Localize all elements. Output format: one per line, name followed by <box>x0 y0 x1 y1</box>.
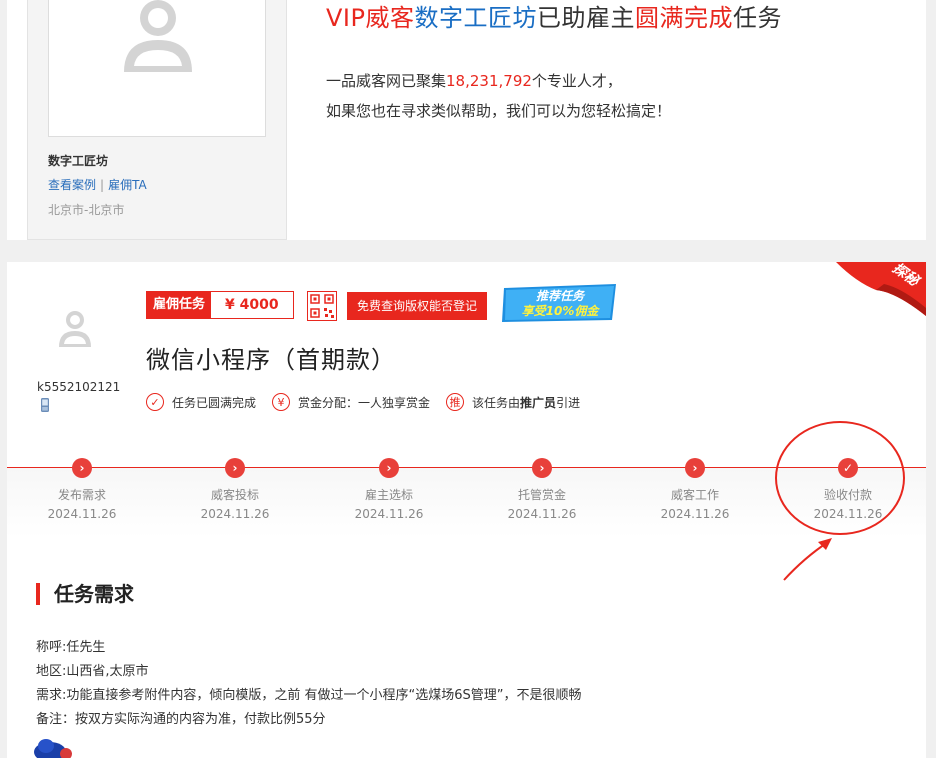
section-gap <box>0 240 936 262</box>
timeline-step: › 威客投标 2024.11.26 <box>180 458 290 521</box>
step-date: 2024.11.26 <box>660 507 730 521</box>
talent-count-line: 一品威客网已聚集18,231,792个专业人才， <box>326 70 622 91</box>
talent-count: 18,231,792 <box>446 72 532 90</box>
talent-suffix: 个专业人才， <box>531 72 622 90</box>
annotation-arrow-icon <box>783 538 832 581</box>
step-label: 发布需求 <box>57 488 106 502</box>
employer-id[interactable]: k5552102121 <box>37 380 120 394</box>
view-cases-link[interactable]: 查看案例 <box>48 178 96 192</box>
promoter-circle-icon: 推 <box>446 393 465 411</box>
task-title: 微信小程序（首期款） <box>146 346 396 374</box>
req-contact: 称呼:任先生 <box>36 640 106 655</box>
user-avatar-icon <box>59 311 91 347</box>
promo-line2: 享受10%佣金 <box>522 304 601 318</box>
provider-avatar[interactable] <box>48 0 266 137</box>
step-date: 2024.11.26 <box>200 507 270 521</box>
provider-links: 查看案例 | 雇佣TA <box>48 176 147 193</box>
task-status-row: ✓ 任务已圆满完成 ¥ 赏金分配：一人独享赏金 推 该任务由 推广员 引进 <box>146 393 596 411</box>
talent-prefix: 一品威客网已聚集 <box>326 72 447 90</box>
status-promo-prefix: 该任务由 <box>472 395 521 410</box>
chevron-right-icon: › <box>532 458 552 478</box>
status-completed-text: 任务已圆满完成 <box>172 395 257 410</box>
headline-task: 任务 <box>732 4 782 32</box>
step-date: 2024.11.26 <box>354 507 424 521</box>
promo-banner[interactable]: 推荐任务 享受10%佣金 <box>500 280 620 324</box>
headline-provider-name: 数字工匠坊 <box>414 4 537 32</box>
qr-code-icon[interactable] <box>307 291 337 321</box>
req-region: 地区:山西省,太原市 <box>36 664 149 679</box>
promo-line1: 推荐任务 <box>536 289 586 303</box>
timeline-step: › 发布需求 2024.11.26 <box>27 458 137 521</box>
section-title: 任务需求 <box>36 583 134 605</box>
user-avatar-icon <box>124 0 192 72</box>
chevron-right-icon: › <box>685 458 705 478</box>
provider-card: 数字工匠坊 查看案例 | 雇佣TA 北京市-北京市 <box>27 0 287 240</box>
req-note: 备注：按双方实际沟通的内容为准，付款比例55分 <box>36 712 326 727</box>
check-circle-icon: ✓ <box>146 393 164 411</box>
step-label: 雇主选标 <box>364 488 413 502</box>
status-promo-bold: 推广员 <box>520 395 557 410</box>
task-type-amount-badge: 雇佣任务 ¥ 4000 <box>146 291 294 319</box>
step-label: 托管赏金 <box>517 488 566 502</box>
explore-ribbon[interactable]: 探秘 <box>836 262 926 316</box>
headline-vip: VIP威客 <box>326 4 415 32</box>
promo-badge-icon: 推荐任务 享受10%佣金 <box>502 284 616 322</box>
chevron-right-icon: › <box>72 458 92 478</box>
headline-text: 已助雇主 <box>536 4 635 32</box>
help-line: 如果您也在寻求类似帮助，我们可以为您轻松搞定！ <box>326 102 672 120</box>
task-amount: ¥ 4000 <box>225 297 279 313</box>
status-reward: ¥ 赏金分配：一人独享赏金 <box>272 393 430 411</box>
employer-avatar[interactable] <box>58 310 92 352</box>
link-separator: | <box>100 178 105 192</box>
step-date: 2024.11.26 <box>507 507 577 521</box>
headline-completed: 圆满完成 <box>634 4 733 32</box>
phone-verified-icon <box>41 398 49 412</box>
chevron-right-icon: › <box>379 458 399 478</box>
timeline-step: › 托管赏金 2024.11.26 <box>487 458 597 521</box>
mascot-icon <box>34 739 72 758</box>
status-reward-text: 赏金分配：一人独享赏金 <box>298 395 431 410</box>
status-promo-suffix: 引进 <box>556 395 581 410</box>
provider-name[interactable]: 数字工匠坊 <box>48 152 108 169</box>
task-type-label: 雇佣任务 <box>147 292 212 318</box>
timeline-step: › 雇主选标 2024.11.26 <box>334 458 444 521</box>
hire-link[interactable]: 雇佣TA <box>108 178 147 192</box>
req-need: 需求:功能直接参考附件内容，倾向模版，之前 有做过一个小程序“选煤场6S管理”，… <box>36 688 582 703</box>
status-completed: ✓ 任务已圆满完成 <box>146 393 256 411</box>
copyright-check-button[interactable]: 免费查询版权能否登记 <box>347 292 488 320</box>
step-date: 2024.11.26 <box>47 507 117 521</box>
headline: VIP威客数字工匠坊已助雇主圆满完成任务 <box>326 0 782 33</box>
timeline-step: › 威客工作 2024.11.26 <box>640 458 750 521</box>
provider-location: 北京市-北京市 <box>48 203 125 217</box>
step-label: 威客投标 <box>210 488 259 502</box>
chevron-right-icon: › <box>225 458 245 478</box>
step-label: 威客工作 <box>670 488 719 502</box>
annotation-circle <box>775 421 905 535</box>
status-promoter: 推 该任务由 推广员 引进 <box>446 393 580 411</box>
yen-circle-icon: ¥ <box>272 393 291 411</box>
